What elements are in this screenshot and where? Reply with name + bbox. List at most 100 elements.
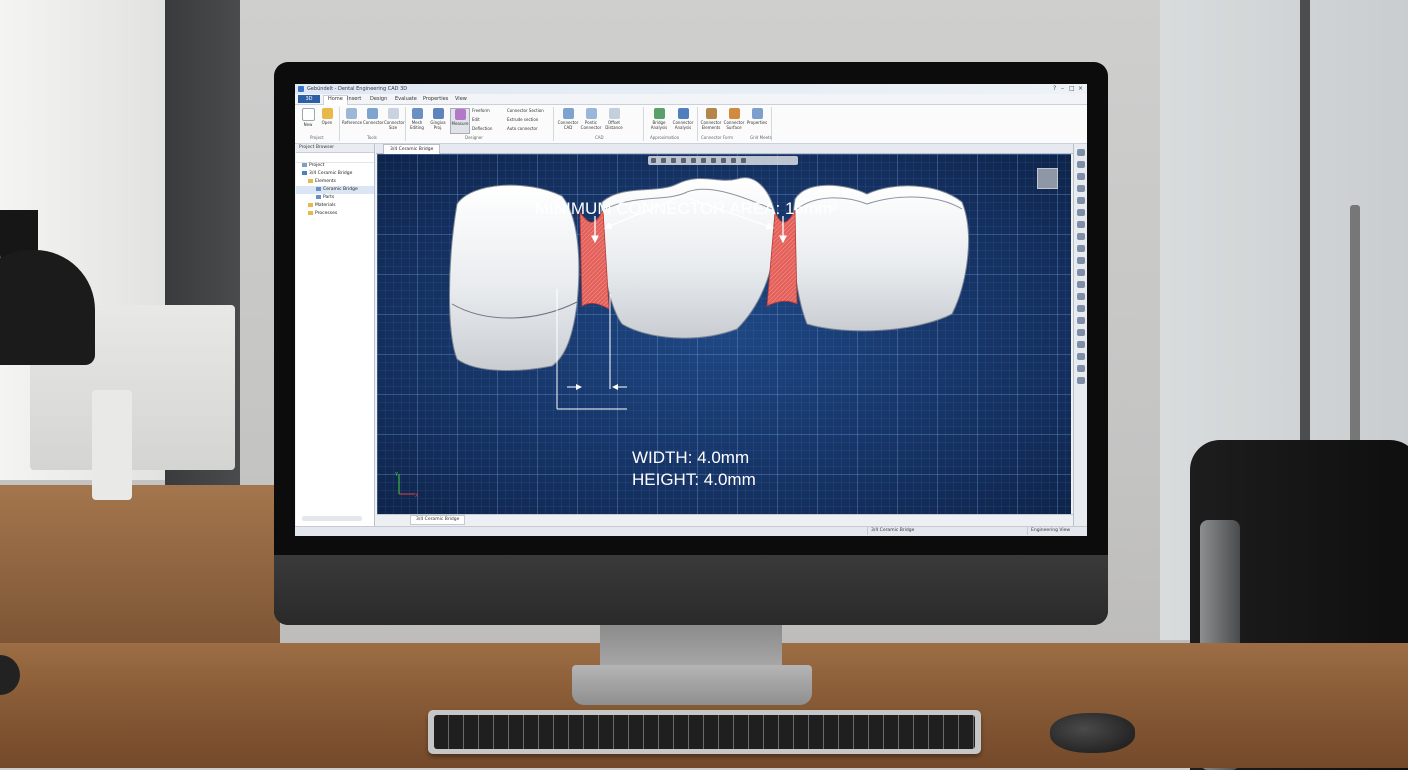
project-browser-title: Project Browser <box>296 144 374 153</box>
bottom-document-tab[interactable]: 3/4 Ceramic Bridge <box>410 515 466 525</box>
properties-button[interactable]: Properties <box>746 108 768 132</box>
view-cube[interactable] <box>1037 168 1058 189</box>
projection-icon <box>432 108 444 119</box>
folder-icon <box>308 202 313 207</box>
view-toolbar[interactable] <box>648 156 798 165</box>
status-document: 3/4 Ceramic Bridge <box>867 527 917 535</box>
elements-icon <box>705 108 717 119</box>
ribbon-separator <box>697 107 698 141</box>
tab-view[interactable]: View <box>455 96 467 102</box>
assembly-icon <box>302 170 307 175</box>
mouse[interactable] <box>1050 713 1135 753</box>
zoom-icon <box>651 158 656 163</box>
app-window: Gebündelt - Dental Engineering CAD 3D ? … <box>295 84 1087 536</box>
ribbon-group-label: CAD <box>595 135 604 140</box>
window-title: Gebündelt - Dental Engineering CAD 3D <box>307 86 408 92</box>
ribbon-separator <box>643 107 644 141</box>
connector-button[interactable]: Connector <box>363 108 384 132</box>
tab-design[interactable]: Design <box>370 96 387 102</box>
tool-icon[interactable] <box>1077 161 1085 168</box>
gingiva-projection-button[interactable]: Gingiva Proj. <box>429 108 447 132</box>
freeform-tool[interactable]: Freeform <box>472 108 490 113</box>
tool-icon[interactable] <box>1077 305 1085 312</box>
tab-evaluate[interactable]: Evaluate <box>395 96 417 102</box>
tool-icon[interactable] <box>1077 353 1085 360</box>
bridge-analysis-button[interactable]: Bridge Analysis <box>647 108 671 132</box>
tool-icon[interactable] <box>1077 341 1085 348</box>
surface-icon <box>728 108 740 119</box>
connector-cad-button[interactable]: Connector CAD <box>557 108 579 132</box>
tab-properties[interactable]: Properties <box>423 96 448 102</box>
monitor-chin <box>274 555 1108 625</box>
offset-distance-button[interactable]: Offset Distance <box>603 108 625 132</box>
folder-icon <box>321 108 333 119</box>
tool-icon[interactable] <box>1077 233 1085 240</box>
tool-icon[interactable] <box>1077 149 1085 156</box>
tree-item-selected[interactable]: Ceramic Bridge <box>296 186 374 194</box>
connector-section-tool[interactable]: Connector Section <box>507 108 544 113</box>
help-icon[interactable]: ? <box>1053 85 1056 93</box>
connector-elements-button[interactable]: Connector Elements <box>700 108 722 132</box>
horizontal-scrollbar[interactable] <box>302 516 362 521</box>
tool-icon[interactable] <box>1077 209 1085 216</box>
connector-analysis-button[interactable]: Connector Analysis <box>671 108 695 132</box>
project-tree: Project 3/4 Ceramic Bridge Elements Cera… <box>296 162 374 218</box>
height-dimension-label: HEIGHT: 4.0mm <box>632 470 756 489</box>
file-menu-button[interactable]: 3D <box>298 95 320 103</box>
status-mode: Engineering View <box>1027 527 1073 535</box>
new-button[interactable]: New <box>299 108 317 132</box>
cad-icon <box>562 108 574 119</box>
connector-surface-button[interactable]: Connector Surface <box>723 108 745 132</box>
offset-icon <box>608 108 620 119</box>
close-icon[interactable]: × <box>1078 85 1083 93</box>
title-bar <box>295 84 1087 94</box>
deflection-tool[interactable]: Deflection <box>472 126 492 131</box>
document-tab[interactable]: 3/4 Ceramic Bridge <box>383 144 441 154</box>
tree-item[interactable]: Elements <box>296 178 374 186</box>
lighting-icon <box>741 158 746 163</box>
tool-icon[interactable] <box>1077 269 1085 276</box>
measure-icon <box>721 158 726 163</box>
document-tab-bar <box>376 144 1073 154</box>
tool-icon[interactable] <box>1077 185 1085 192</box>
tool-icon[interactable] <box>1077 377 1085 384</box>
viewport-bottom-bar <box>377 514 1073 524</box>
keyboard[interactable] <box>428 710 981 754</box>
measure-button[interactable]: Measure <box>450 108 470 134</box>
tool-icon[interactable] <box>1077 293 1085 300</box>
tool-icon[interactable] <box>1077 317 1085 324</box>
edit-tool[interactable]: Edit <box>472 117 480 122</box>
monitor-stand <box>600 625 782 670</box>
analysis-icon <box>653 108 665 119</box>
tool-icon[interactable] <box>1077 365 1085 372</box>
connector-size-button[interactable]: Connector Size <box>384 108 405 132</box>
pontic-connector-button[interactable]: Pontic Connector <box>580 108 602 132</box>
tab-home[interactable]: Home <box>323 95 348 105</box>
tree-item[interactable]: Project <box>296 162 374 170</box>
properties-icon <box>751 108 763 119</box>
tool-icon[interactable] <box>1077 281 1085 288</box>
tool-icon[interactable] <box>1077 173 1085 180</box>
status-bar <box>295 526 1087 536</box>
tool-icon[interactable] <box>1077 329 1085 336</box>
folder-icon <box>308 178 313 183</box>
folder-icon <box>308 210 313 215</box>
tree-item[interactable]: Materials <box>296 202 374 210</box>
extrude-section-tool[interactable]: Extrude section <box>507 117 538 122</box>
tree-item[interactable]: Parts <box>296 194 374 202</box>
tool-icon[interactable] <box>1077 221 1085 228</box>
background-monitor-stand <box>92 390 132 500</box>
tool-icon[interactable] <box>1077 257 1085 264</box>
mesh-editing-button[interactable]: Mesh Editing <box>408 108 426 132</box>
tool-icon[interactable] <box>1077 245 1085 252</box>
auto-connector-tool[interactable]: Auto connector <box>507 126 538 131</box>
tree-item[interactable]: Processes <box>296 210 374 218</box>
minimize-icon[interactable]: – <box>1061 85 1064 93</box>
tab-insert[interactable]: Insert <box>347 96 361 102</box>
ribbon-group-label: Connector Form <box>701 135 733 140</box>
reference-button[interactable]: Reference <box>342 108 362 132</box>
tool-icon[interactable] <box>1077 197 1085 204</box>
maximize-icon[interactable]: □ <box>1069 85 1075 93</box>
tree-item[interactable]: 3/4 Ceramic Bridge <box>296 170 374 178</box>
open-button[interactable]: Open <box>318 108 336 132</box>
